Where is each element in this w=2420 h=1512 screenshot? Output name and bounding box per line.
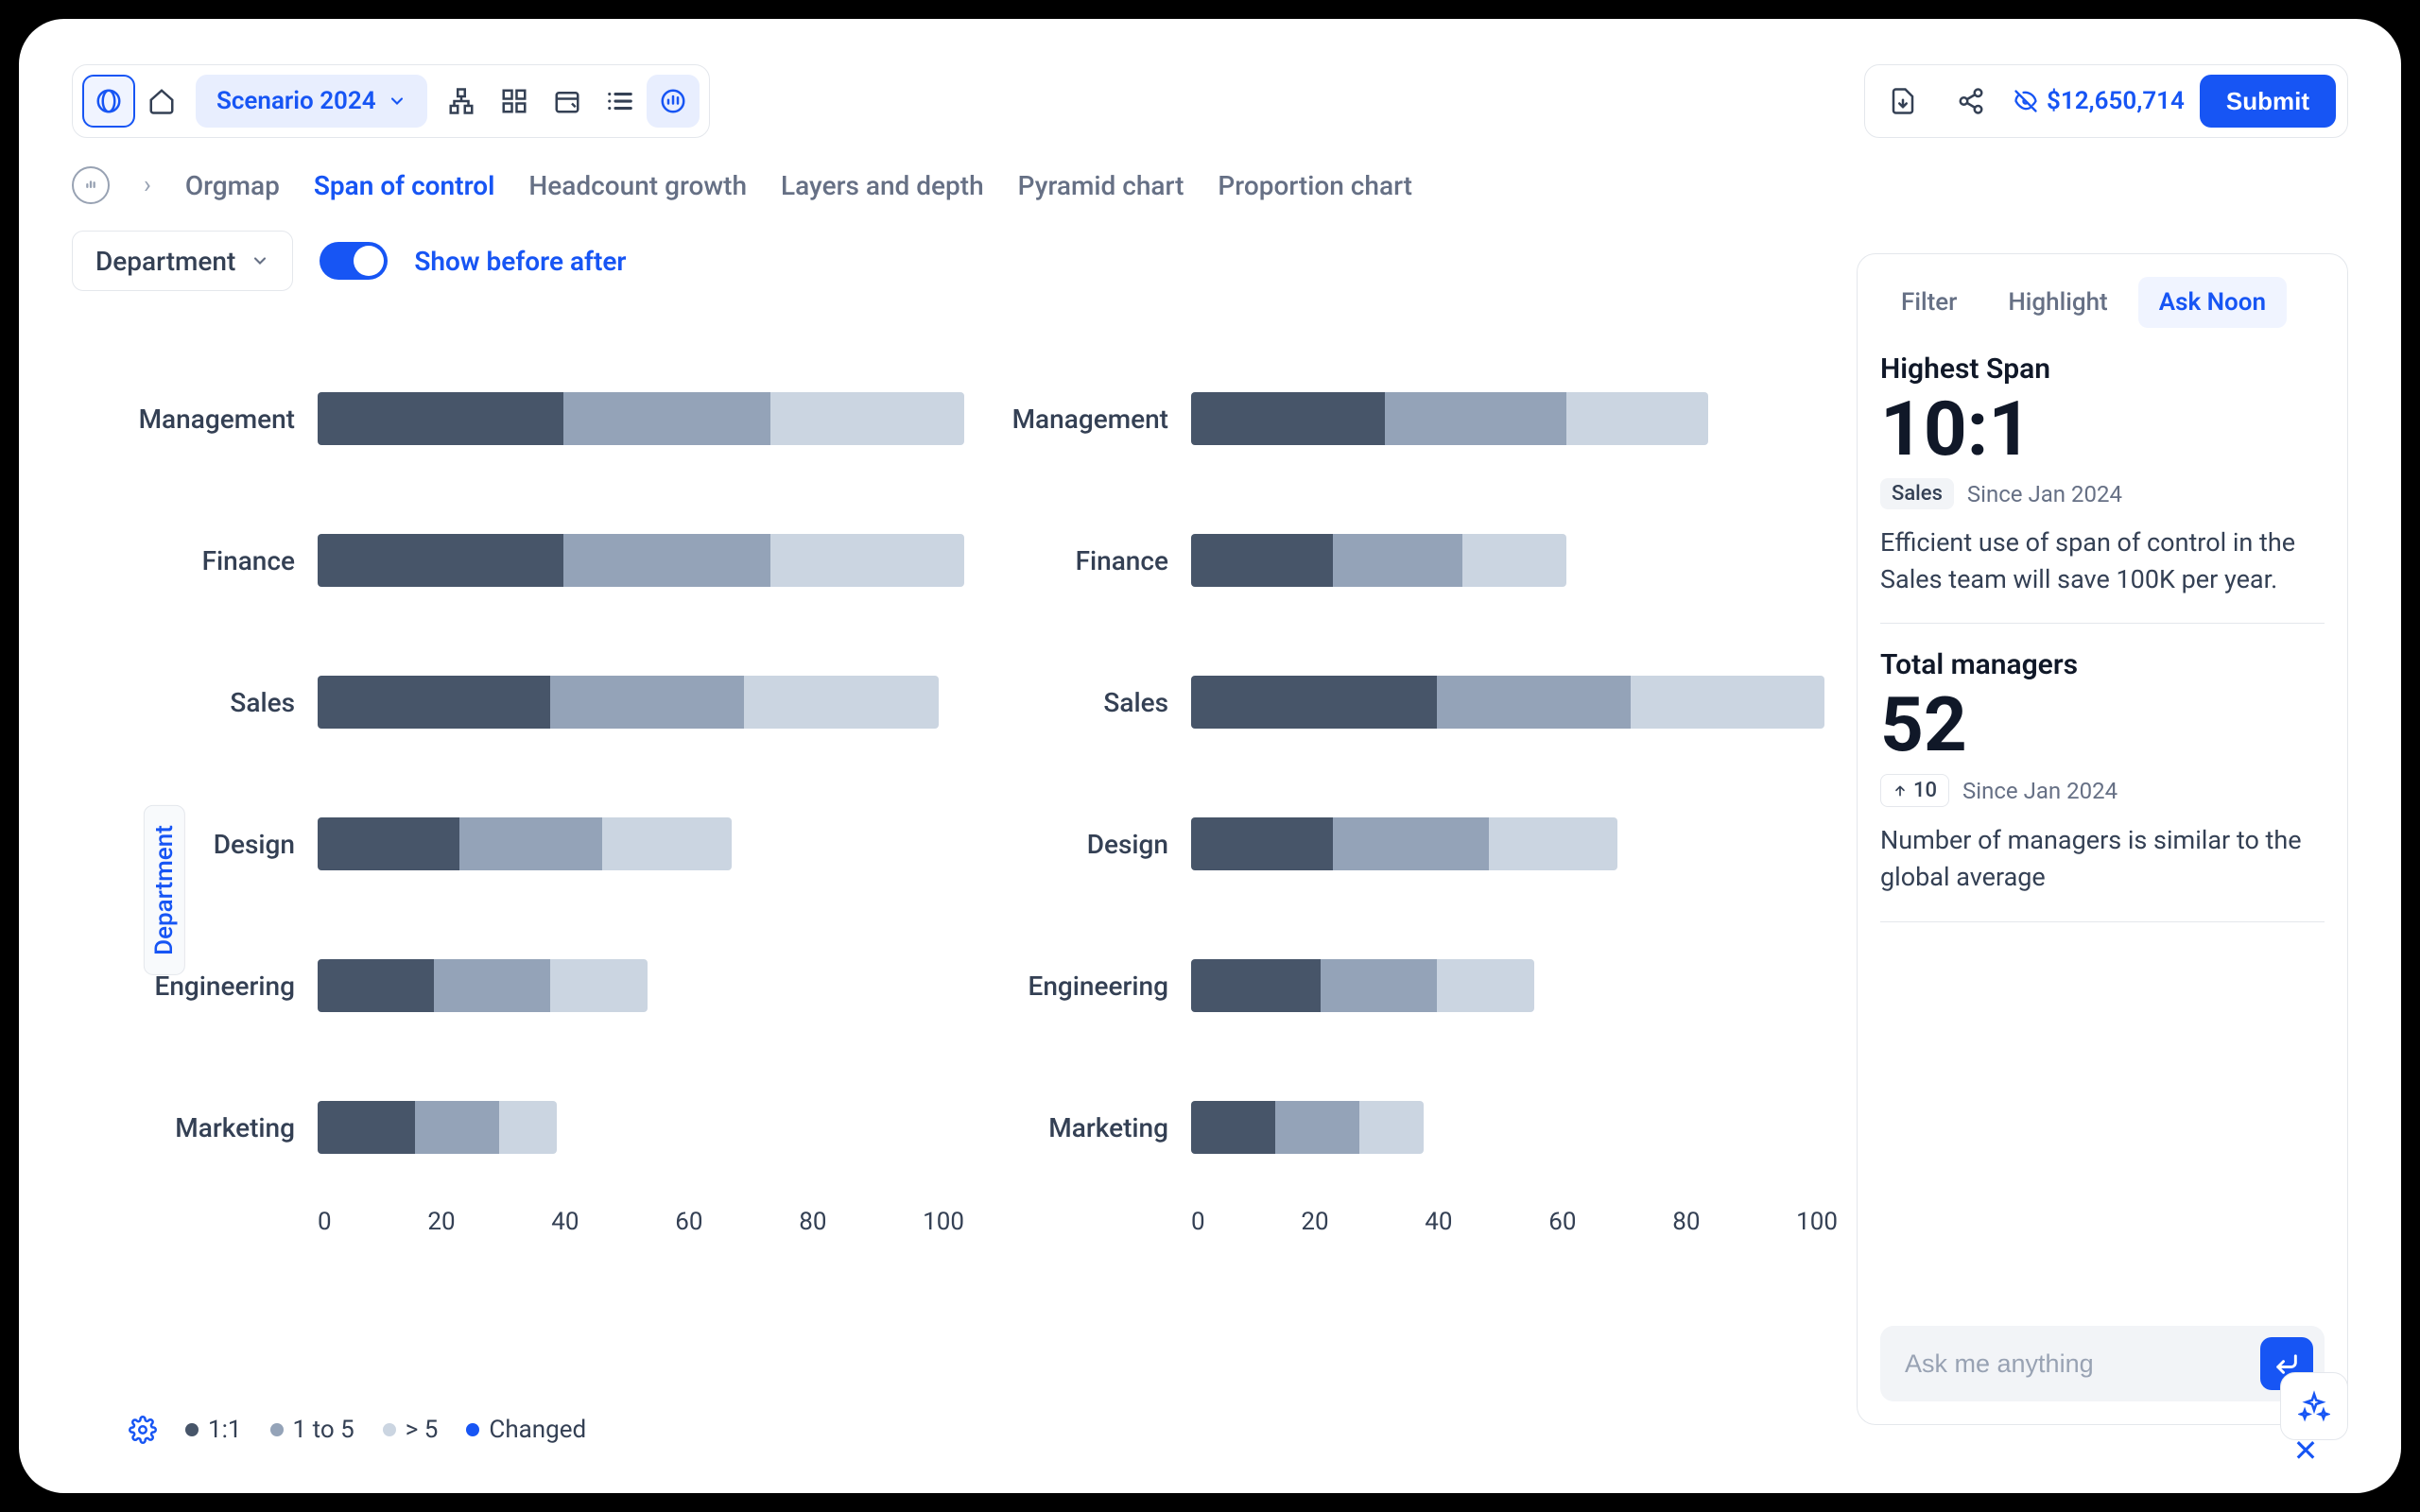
groupby-dropdown[interactable]: Department <box>72 231 293 291</box>
calendar-icon[interactable] <box>541 75 594 128</box>
insight-since: Since Jan 2024 <box>1967 481 2122 507</box>
savings-amount[interactable]: $12,650,714 <box>2013 87 2185 115</box>
x-tick: 80 <box>1672 1208 1700 1236</box>
insights-panel: FilterHighlightAsk Noon Highest Span 10:… <box>1857 253 2348 1425</box>
bar-row: Management <box>1002 348 1838 490</box>
ask-input-box <box>1880 1326 2325 1401</box>
x-tick: 20 <box>1301 1208 1328 1236</box>
x-tick: 100 <box>923 1208 964 1236</box>
bar-row: Management <box>129 348 964 490</box>
chart-panel: Management Finance Sales DesignEngineering M… <box>129 348 964 1236</box>
chevron-down-icon <box>251 251 269 270</box>
insight-badge: Sales <box>1880 478 1954 509</box>
org-icon[interactable] <box>488 75 541 128</box>
scenario-label: Scenario 2024 <box>216 87 376 115</box>
analytics-icon[interactable] <box>647 75 700 128</box>
panel-tab[interactable]: Highlight <box>1987 277 2128 328</box>
x-tick: 20 <box>427 1208 455 1236</box>
chart-legend: 1:1 1 to 5 > 5 Changed <box>129 1416 586 1444</box>
x-tick: 100 <box>1796 1208 1838 1236</box>
insight-card: Highest Span 10:1 Sales Since Jan 2024 E… <box>1880 328 2325 624</box>
bar-row: Engineering <box>1002 915 1838 1057</box>
y-axis-label: Department <box>144 805 185 975</box>
bar-row: Marketing <box>1002 1057 1838 1198</box>
bar-row: Design <box>1002 773 1838 915</box>
delta-badge: 10 <box>1880 774 1949 807</box>
app-logo-button[interactable] <box>82 75 135 128</box>
bar-row: Sales <box>129 631 964 773</box>
x-tick: 40 <box>1425 1208 1452 1236</box>
toolbar-left: Scenario 2024 <box>72 64 710 138</box>
x-tick: 0 <box>1191 1208 1205 1236</box>
analytics-badge-icon <box>72 166 110 204</box>
scenario-selector[interactable]: Scenario 2024 <box>196 75 427 128</box>
legend-item: Changed <box>466 1416 586 1444</box>
legend-item: 1 to 5 <box>270 1416 354 1444</box>
bar-row: Finance <box>129 490 964 631</box>
before-after-toggle[interactable] <box>320 242 388 280</box>
legend-item: 1:1 <box>185 1416 242 1444</box>
view-tab[interactable]: Span of control <box>314 170 495 201</box>
chevron-down-icon <box>388 92 406 111</box>
insight-value: 10:1 <box>1880 391 2325 467</box>
bar-category-label: Marketing <box>129 1112 318 1143</box>
submit-button[interactable]: Submit <box>2200 75 2336 128</box>
view-tab[interactable]: Pyramid chart <box>1018 170 1184 201</box>
list-icon[interactable] <box>594 75 647 128</box>
sparkle-icon <box>2298 1390 2330 1422</box>
bar-category-label: Sales <box>1002 687 1191 718</box>
x-tick: 60 <box>675 1208 702 1236</box>
bar-row: Finance <box>1002 490 1838 631</box>
view-tab[interactable]: Headcount growth <box>528 170 747 201</box>
insight-title: Highest Span <box>1880 352 2325 386</box>
view-tab[interactable]: Proportion chart <box>1218 170 1412 201</box>
view-tab[interactable]: Layers and depth <box>781 170 984 201</box>
bar-category-label: Management <box>129 404 318 435</box>
gear-icon[interactable] <box>129 1416 157 1444</box>
bar-row: Marketing <box>129 1057 964 1198</box>
savings-value: $12,650,714 <box>2047 87 2185 115</box>
ask-input[interactable] <box>1903 1349 2249 1380</box>
x-tick: 80 <box>799 1208 826 1236</box>
download-icon[interactable] <box>1876 75 1929 128</box>
groupby-value: Department <box>95 246 235 277</box>
toolbar-right: $12,650,714 Submit <box>1864 64 2348 138</box>
eye-off-icon <box>2013 88 2039 114</box>
x-tick: 40 <box>551 1208 579 1236</box>
view-tabs: › Orgmap Span of control Headcount growth L… <box>72 166 2348 204</box>
x-tick: 0 <box>318 1208 332 1236</box>
chart-panel: Management Finance Sales Design Engineering M… <box>1002 348 1838 1236</box>
insight-card: Total managers 52 10 Since Jan 2024 Numb… <box>1880 624 2325 921</box>
bar-category-label: Finance <box>129 545 318 576</box>
bar-category-label: Sales <box>129 687 318 718</box>
bar-category-label: Finance <box>1002 545 1191 576</box>
bar-category-label: Design <box>1002 829 1191 860</box>
x-tick: 60 <box>1548 1208 1576 1236</box>
toggle-label: Show before after <box>414 246 626 277</box>
share-icon[interactable] <box>1945 75 1997 128</box>
chart-area: Department ManagementFinanceSalesDesignE… <box>72 310 1838 1425</box>
insight-body: Number of managers is similar to the glo… <box>1880 822 2325 896</box>
hierarchy-icon[interactable] <box>435 75 488 128</box>
bar-row: Sales <box>1002 631 1838 773</box>
ai-sparkle-button[interactable] <box>2280 1372 2348 1440</box>
insight-since: Since Jan 2024 <box>1962 778 2118 804</box>
legend-item: > 5 <box>383 1416 439 1444</box>
bar-category-label: Management <box>1002 404 1191 435</box>
arrow-up-icon <box>1893 783 1908 799</box>
breadcrumb-chevron-icon: › <box>144 171 151 199</box>
bar-category-label: Engineering <box>1002 971 1191 1002</box>
insight-title: Total managers <box>1880 648 2325 681</box>
home-icon[interactable] <box>135 75 188 128</box>
insight-body: Efficient use of span of control in the … <box>1880 524 2325 598</box>
bar-row: Engineering <box>129 915 964 1057</box>
view-tab[interactable]: Orgmap <box>185 170 280 201</box>
bar-row: Design <box>129 773 964 915</box>
bar-category-label: Marketing <box>1002 1112 1191 1143</box>
top-toolbar: Scenario 2024 <box>72 64 2348 138</box>
panel-tab[interactable]: Filter <box>1880 277 1978 328</box>
insight-value: 52 <box>1880 687 2325 763</box>
panel-tab[interactable]: Ask Noon <box>2138 277 2287 328</box>
